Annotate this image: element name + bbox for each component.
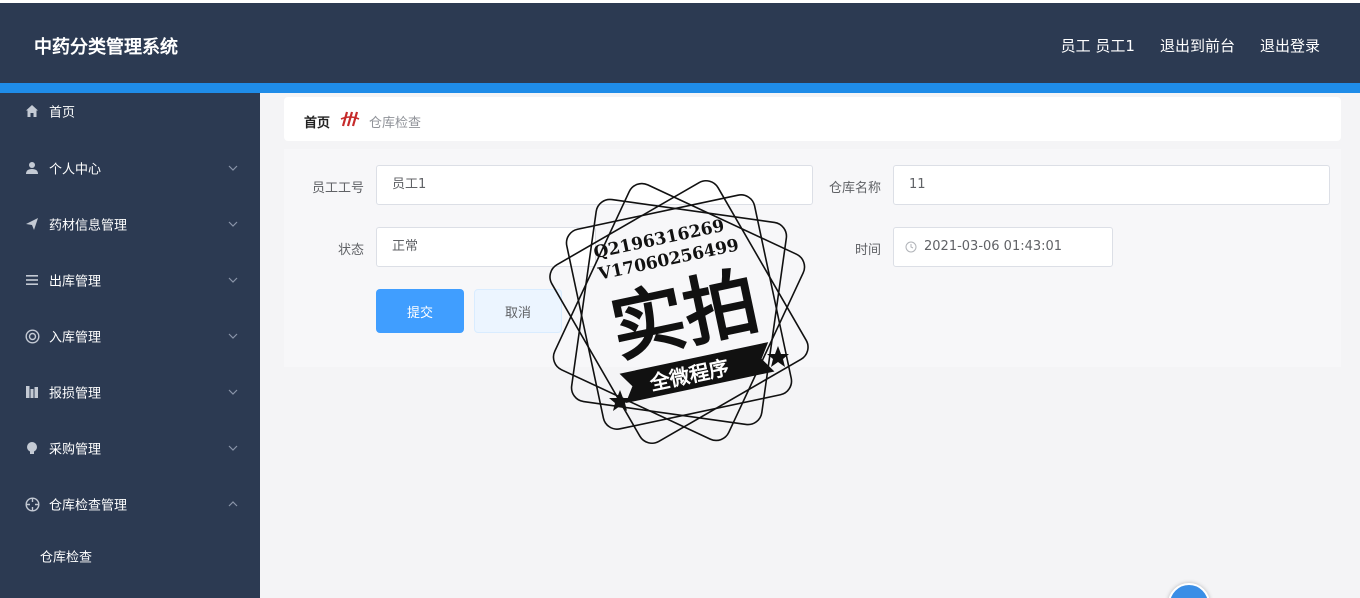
aperture-icon bbox=[24, 496, 40, 512]
home-icon bbox=[24, 103, 40, 119]
warehouse-name-label: 仓库名称 bbox=[828, 181, 881, 196]
sidebar-item-outbound[interactable]: 出库管理 bbox=[0, 252, 260, 308]
breadcrumb-separator-icon bbox=[340, 110, 360, 132]
breadcrumb: 首页 仓库检查 bbox=[284, 97, 1341, 141]
top-header: 中药分类管理系统 员工 员工1 退出到前台 退出登录 bbox=[0, 3, 1360, 83]
breadcrumb-current: 仓库检查 bbox=[369, 116, 422, 131]
sidebar-item-herb-info[interactable]: 药材信息管理 bbox=[0, 196, 260, 252]
chart-icon bbox=[24, 384, 40, 400]
warehouse-check-form: 员工工号 员工1 仓库名称 11 状态 正常 时间 2021-03-06 01:… bbox=[284, 149, 1341, 367]
status-label: 状态 bbox=[337, 243, 364, 258]
current-user-link[interactable]: 员工 员工1 bbox=[1061, 35, 1135, 56]
user-icon bbox=[24, 160, 40, 176]
submit-button[interactable]: 提交 bbox=[376, 289, 464, 333]
sidebar-item-home[interactable]: 首页 bbox=[0, 83, 260, 139]
cancel-button[interactable]: 取消 bbox=[474, 289, 562, 333]
sidebar-item-personal-center[interactable]: 个人中心 bbox=[0, 140, 260, 196]
bulb-icon bbox=[24, 440, 40, 456]
sidebar-item-label: 药材信息管理 bbox=[49, 218, 128, 234]
status-input[interactable]: 正常 bbox=[376, 227, 596, 267]
warehouse-name-input[interactable]: 11 bbox=[893, 165, 1330, 205]
list-icon bbox=[24, 272, 40, 288]
chevron-up-icon bbox=[228, 501, 238, 507]
lifebuoy-icon bbox=[24, 328, 40, 344]
time-value: 2021-03-06 01:43:01 bbox=[924, 239, 1063, 254]
sidebar-item-label: 报损管理 bbox=[49, 386, 102, 402]
sidebar-item-damage-report[interactable]: 报损管理 bbox=[0, 364, 260, 420]
sidebar-item-label: 首页 bbox=[49, 105, 76, 121]
sidebar-item-label: 个人中心 bbox=[49, 162, 102, 178]
sidebar-item-label: 仓库检查管理 bbox=[49, 498, 128, 514]
main-content: 首页 仓库检查 员工工号 员工1 仓库名称 11 状态 正常 时间 2021-0… bbox=[260, 93, 1360, 598]
chevron-down-icon bbox=[228, 277, 238, 283]
employee-no-label: 员工工号 bbox=[311, 181, 364, 196]
breadcrumb-home[interactable]: 首页 bbox=[304, 112, 330, 131]
chevron-down-icon bbox=[228, 445, 238, 451]
top-nav: 员工 员工1 退出到前台 退出登录 bbox=[1061, 35, 1320, 56]
sidebar-item-purchase[interactable]: 采购管理 bbox=[0, 420, 260, 476]
exit-to-frontend-link[interactable]: 退出到前台 bbox=[1160, 35, 1235, 56]
sidebar-subitem-label: 仓库检查 bbox=[40, 550, 93, 566]
sidebar-item-label: 出库管理 bbox=[49, 274, 102, 290]
sidebar-item-inbound[interactable]: 入库管理 bbox=[0, 308, 260, 364]
time-picker[interactable]: 2021-03-06 01:43:01 bbox=[893, 227, 1113, 267]
sidebar-subitem-warehouse-check[interactable]: 仓库检查 bbox=[0, 533, 260, 579]
chevron-down-icon bbox=[228, 221, 238, 227]
chevron-down-icon bbox=[228, 165, 238, 171]
employee-no-input[interactable]: 员工1 bbox=[376, 165, 813, 205]
clock-icon bbox=[905, 241, 917, 253]
sidebar-item-label: 入库管理 bbox=[49, 330, 102, 346]
logout-link[interactable]: 退出登录 bbox=[1260, 35, 1320, 56]
send-icon bbox=[24, 216, 40, 232]
chevron-down-icon bbox=[228, 333, 238, 339]
sidebar: 首页 个人中心 药材信息管理 出库管理 入库管理 报损管理 采购管理 仓库检查管… bbox=[0, 93, 260, 598]
sidebar-item-warehouse-check-mgmt[interactable]: 仓库检查管理 bbox=[0, 476, 260, 532]
sidebar-item-label: 采购管理 bbox=[49, 442, 102, 458]
time-label: 时间 bbox=[854, 243, 881, 258]
chevron-down-icon bbox=[228, 389, 238, 395]
app-title: 中药分类管理系统 bbox=[34, 37, 178, 58]
